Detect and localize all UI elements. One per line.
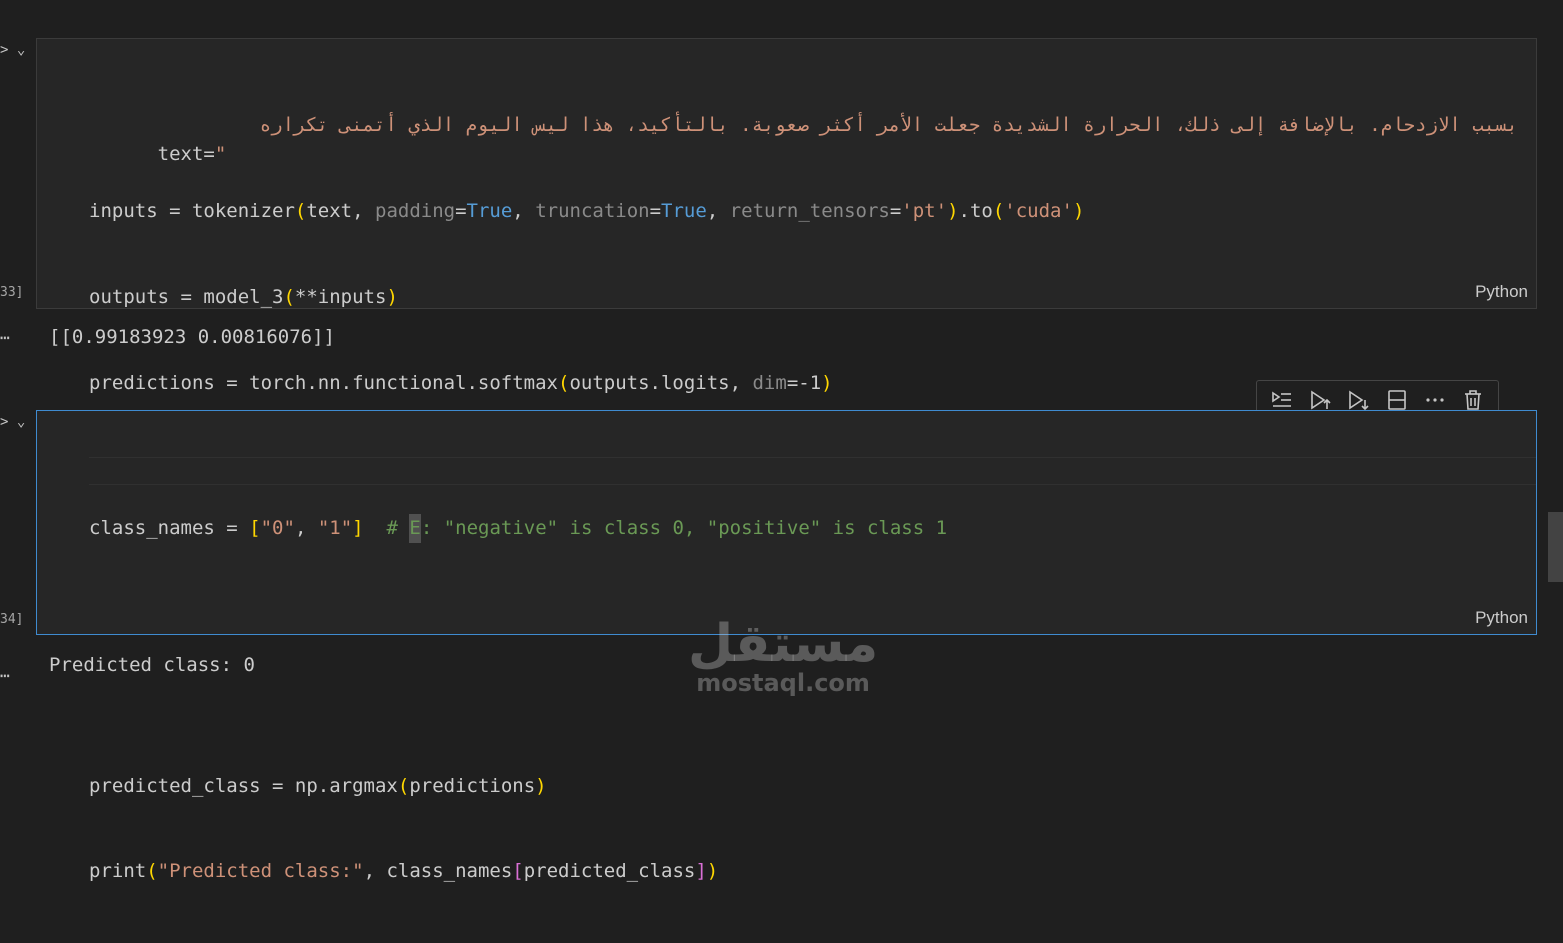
code-line: inputs = tokenizer(text, padding=True, t… <box>89 199 1085 222</box>
watermark-arabic: مستقل <box>688 614 879 674</box>
cell-collapse-toggle[interactable]: > ⌄ <box>0 42 34 58</box>
watermark: مستقل mostaql.com <box>688 618 878 696</box>
cell-collapse-toggle[interactable]: > ⌄ <box>0 414 34 430</box>
code-line: text=" بسبب الازدحام. بالإضافة إلى ذلك، … <box>89 111 1528 165</box>
code-line: predicted_class = np.argmax(predictions) <box>89 774 547 797</box>
watermark-latin: mostaql.com <box>696 669 870 697</box>
execution-count: 34] <box>0 612 24 627</box>
output-more-icon[interactable]: ⋯ <box>0 328 10 347</box>
cell-output: Predicted class: 0 <box>49 654 255 676</box>
code-line: print("Predicted class:", class_names[pr… <box>89 860 719 883</box>
text-cursor: E <box>409 514 421 543</box>
code-editor[interactable]: class_names = ["0", "1"] # E: "negative"… <box>89 457 947 943</box>
vertical-scrollbar[interactable] <box>1548 512 1563 582</box>
cell-language-label[interactable]: Python <box>1475 282 1528 302</box>
code-cell-2[interactable]: class_names = ["0", "1"] # E: "negative"… <box>36 410 1537 882</box>
code-line: outputs = model_3(**inputs) <box>89 285 398 308</box>
cell-output: [[0.99183923 0.00816076]] <box>49 326 335 348</box>
code-cell-1[interactable]: text=" بسبب الازدحام. بالإضافة إلى ذلك، … <box>36 38 1537 565</box>
code-line: class_names = ["0", "1"] # E: "negative"… <box>89 514 947 543</box>
output-more-icon[interactable]: ⋯ <box>0 666 10 685</box>
cell-language-label[interactable]: Python <box>1475 608 1528 628</box>
arabic-string: بسبب الازدحام. بالإضافة إلى ذلك، الحرارة… <box>259 114 1518 137</box>
code-comment: : "negative" is class 0, "positive" is c… <box>420 517 948 540</box>
execution-count: 33] <box>0 285 24 300</box>
